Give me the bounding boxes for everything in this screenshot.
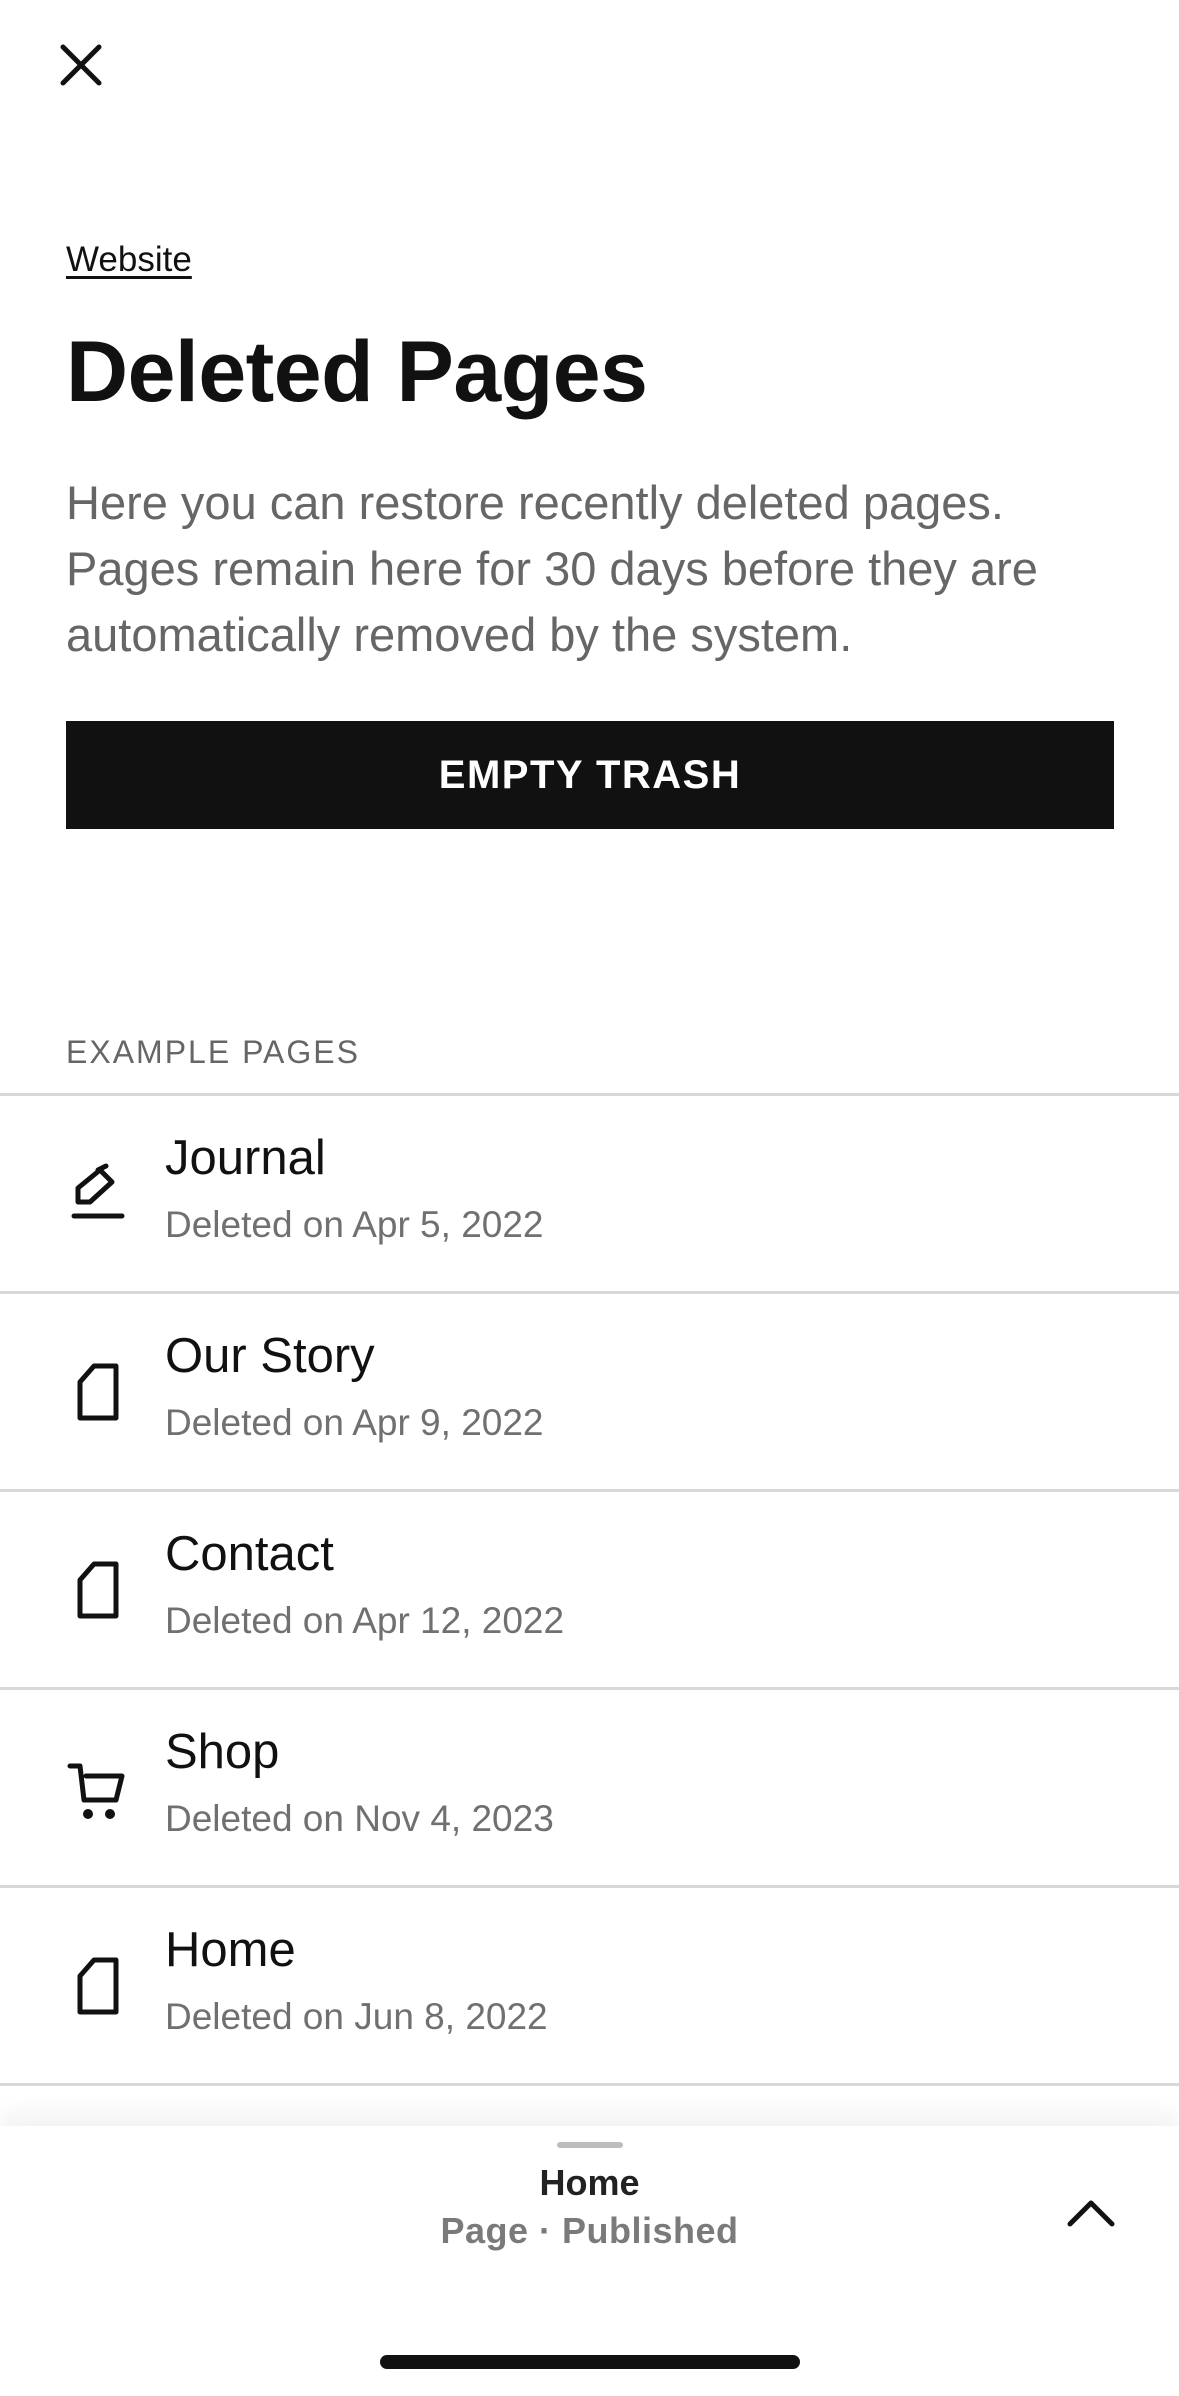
list-item-title: Shop — [165, 1725, 280, 1779]
close-button[interactable] — [50, 34, 112, 96]
list-item-deleted-date: Deleted on Jun 8, 2022 — [165, 1996, 548, 2037]
close-icon — [60, 44, 102, 86]
list-item-home[interactable]: Home Deleted on Jun 8, 2022 — [0, 1888, 1179, 2086]
list-item-title: Contact — [165, 1527, 334, 1581]
current-page-title: Home — [539, 2162, 640, 2203]
empty-trash-button[interactable]: EMPTY TRASH — [66, 721, 1114, 829]
page-description: Here you can restore recently deleted pa… — [66, 476, 1038, 661]
breadcrumb[interactable]: Website — [66, 240, 192, 280]
chevron-up-icon — [1067, 2200, 1115, 2227]
list-item-deleted-date: Deleted on Apr 5, 2022 — [165, 1204, 544, 1245]
page-icon — [77, 1957, 119, 2015]
list-item-our-story[interactable]: Our Story Deleted on Apr 9, 2022 — [0, 1294, 1179, 1492]
drag-handle[interactable] — [557, 2142, 623, 2148]
list-item-deleted-date: Deleted on Nov 4, 2023 — [165, 1798, 554, 1839]
section-label: EXAMPLE PAGES — [66, 1034, 360, 1070]
expand-panel-button[interactable] — [1060, 2188, 1122, 2238]
list-item-journal[interactable]: Journal Deleted on Apr 5, 2022 — [0, 1096, 1179, 1294]
list-item-title: Home — [165, 1923, 296, 1977]
page-title: Deleted Pages — [66, 324, 648, 420]
blog-edit-icon — [71, 1163, 125, 1219]
current-page-status: Page · Published — [440, 2210, 739, 2251]
safe-area — [0, 2291, 1179, 2396]
list-item-deleted-date: Deleted on Apr 9, 2022 — [165, 1402, 544, 1443]
deleted-pages-list: Journal Deleted on Apr 5, 2022 Our Story… — [0, 1093, 1179, 2086]
current-page-panel[interactable]: Home Page · Published — [0, 2126, 1179, 2291]
list-item-deleted-date: Deleted on Apr 12, 2022 — [165, 1600, 565, 1641]
page-icon — [77, 1561, 119, 1619]
list-item-shop[interactable]: Shop Deleted on Nov 4, 2023 — [0, 1690, 1179, 1888]
list-item-contact[interactable]: Contact Deleted on Apr 12, 2022 — [0, 1492, 1179, 1690]
list-item-title: Journal — [165, 1131, 326, 1185]
list-item-title: Our Story — [165, 1329, 375, 1383]
page-icon — [77, 1363, 119, 1421]
cart-icon — [67, 1763, 125, 1819]
home-indicator[interactable] — [380, 2355, 800, 2369]
